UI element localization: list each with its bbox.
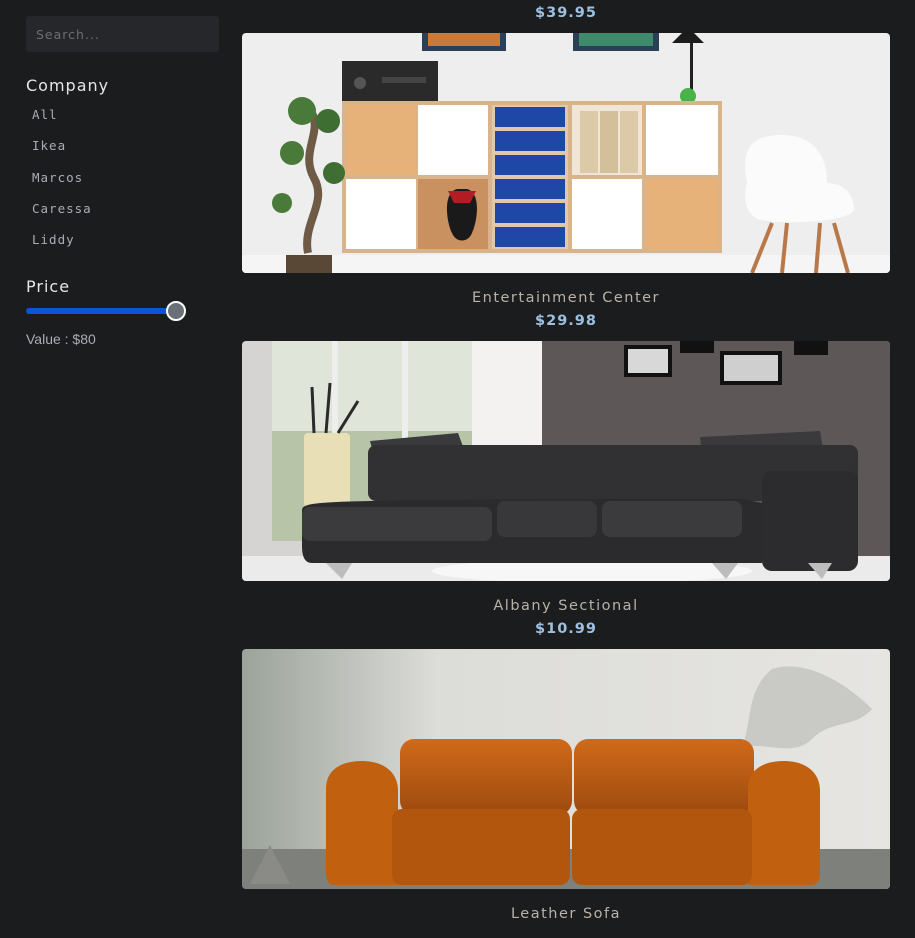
- company-list: All Ikea Marcos Caressa Liddy: [32, 104, 92, 260]
- company-item-ikea[interactable]: Ikea: [32, 135, 92, 166]
- product-image-cabinet[interactable]: [242, 33, 890, 273]
- company-item-liddy[interactable]: Liddy: [32, 229, 92, 260]
- product-price: $29.98: [535, 313, 597, 329]
- company-item-marcos[interactable]: Marcos: [32, 167, 92, 198]
- leather-sofa-photo: [242, 649, 890, 889]
- sectional-sofa-photo: [242, 341, 890, 581]
- store-page: Company All Ikea Marcos Caressa Liddy Pr…: [0, 0, 915, 938]
- product-image-sectional[interactable]: [242, 341, 890, 581]
- product-name[interactable]: Albany Sectional: [242, 598, 890, 614]
- filter-sidebar: Company All Ikea Marcos Caressa Liddy Pr…: [0, 0, 235, 938]
- price-slider-track[interactable]: [26, 308, 176, 314]
- company-item-all[interactable]: All: [32, 104, 92, 135]
- price-slider-thumb[interactable]: [166, 301, 186, 321]
- price-heading: Price: [26, 277, 71, 296]
- product-price: $10.99: [535, 621, 597, 637]
- product-price: $39.95: [535, 5, 597, 21]
- company-item-caressa[interactable]: Caressa: [32, 198, 92, 229]
- company-heading: Company: [26, 76, 110, 95]
- product-image-leather-sofa[interactable]: [242, 649, 890, 889]
- product-name[interactable]: Entertainment Center: [242, 290, 890, 306]
- cabinet-shelf-photo: [242, 33, 890, 273]
- search-input[interactable]: [26, 16, 219, 52]
- price-value-label: Value : $80: [26, 331, 96, 347]
- product-name[interactable]: Leather Sofa: [242, 906, 890, 922]
